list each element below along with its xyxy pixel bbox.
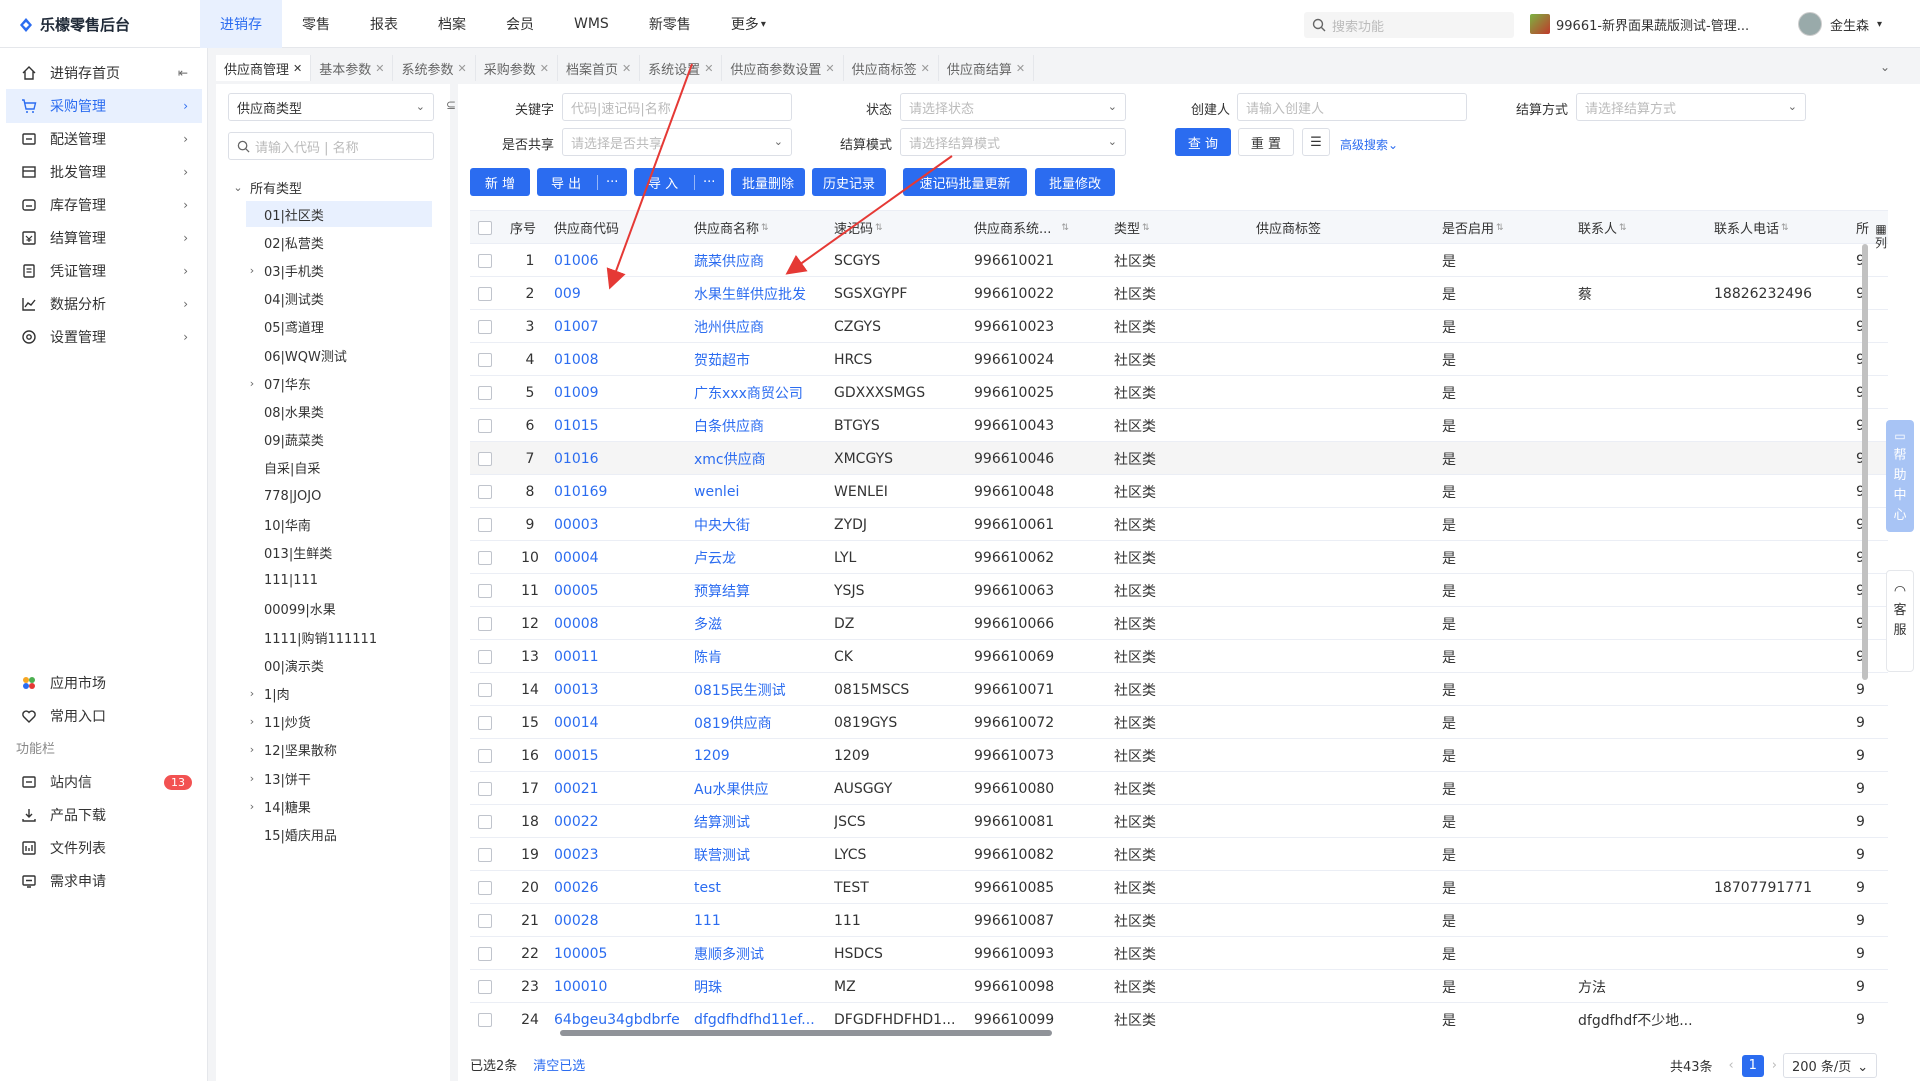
service-char: 客 xyxy=(1893,603,1907,618)
pagination: 共43条 ‹ 1 › 200 条/页 ⌄ xyxy=(1670,1053,1878,1078)
chevron-down-icon: ⌄ xyxy=(1857,1060,1869,1075)
next-page-icon[interactable]: › xyxy=(1772,1058,1777,1073)
arrow-to-code-column xyxy=(606,63,693,290)
clear-selection-link[interactable]: 清空已选 xyxy=(533,1055,585,1074)
selected-count: 已选2条 xyxy=(470,1058,518,1074)
help-char: 心 xyxy=(1893,508,1907,523)
annotation-arrows xyxy=(606,63,953,290)
help-char: 助 xyxy=(1893,468,1907,483)
page-number[interactable]: 1 xyxy=(1741,1054,1764,1077)
chat-icon: ▭ xyxy=(1894,429,1906,443)
prev-page-icon[interactable]: ‹ xyxy=(1729,1058,1734,1073)
help-center-button[interactable]: ▭ 帮 助 中 心 xyxy=(1886,420,1914,532)
customer-service-button[interactable]: ◠ 客 服 xyxy=(1886,570,1914,672)
headset-icon: ◠ xyxy=(1893,583,1907,599)
service-char: 服 xyxy=(1893,623,1907,638)
help-char: 中 xyxy=(1893,488,1907,503)
help-char: 帮 xyxy=(1893,448,1907,463)
total-count: 共43条 xyxy=(1670,1060,1713,1075)
page-size-select[interactable]: 200 条/页 ⌄ xyxy=(1782,1053,1878,1078)
arrow-to-name-column xyxy=(785,155,953,275)
page-size-value: 200 条/页 xyxy=(1791,1060,1852,1075)
